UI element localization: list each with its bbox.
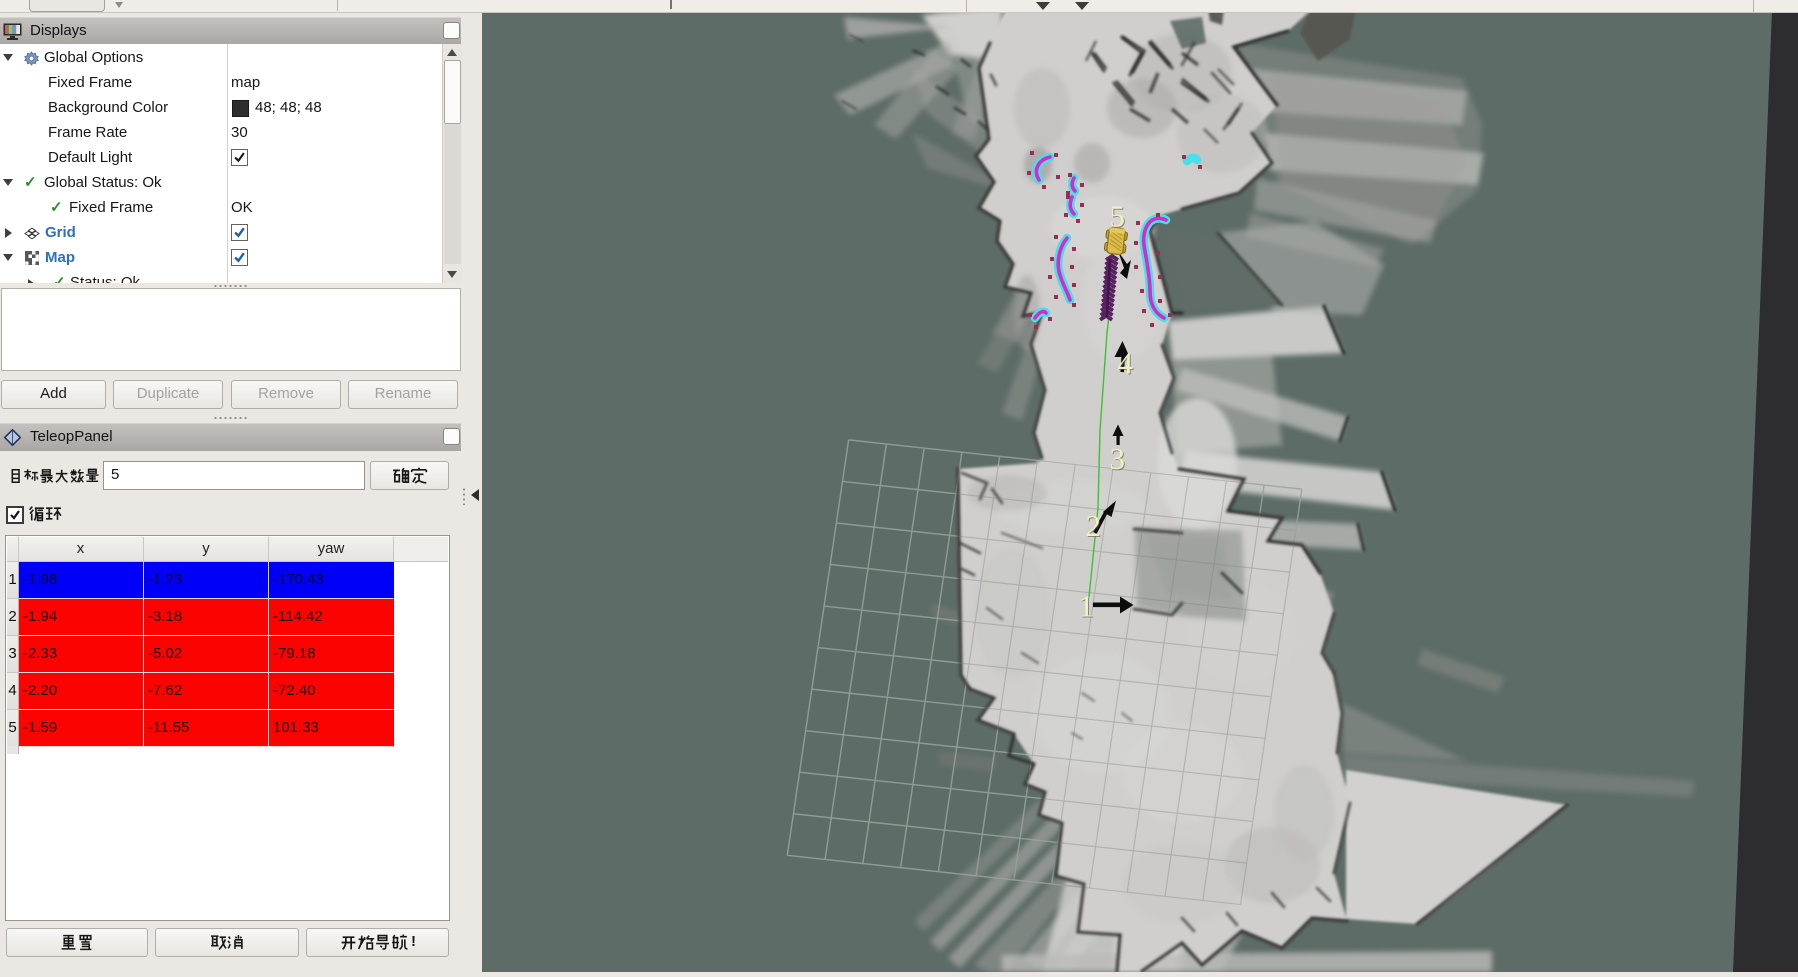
- svg-text:4: 4: [1118, 346, 1134, 381]
- svg-text:2: 2: [1086, 508, 1102, 543]
- svg-text:1: 1: [1079, 589, 1095, 624]
- svg-text:3: 3: [1110, 441, 1126, 476]
